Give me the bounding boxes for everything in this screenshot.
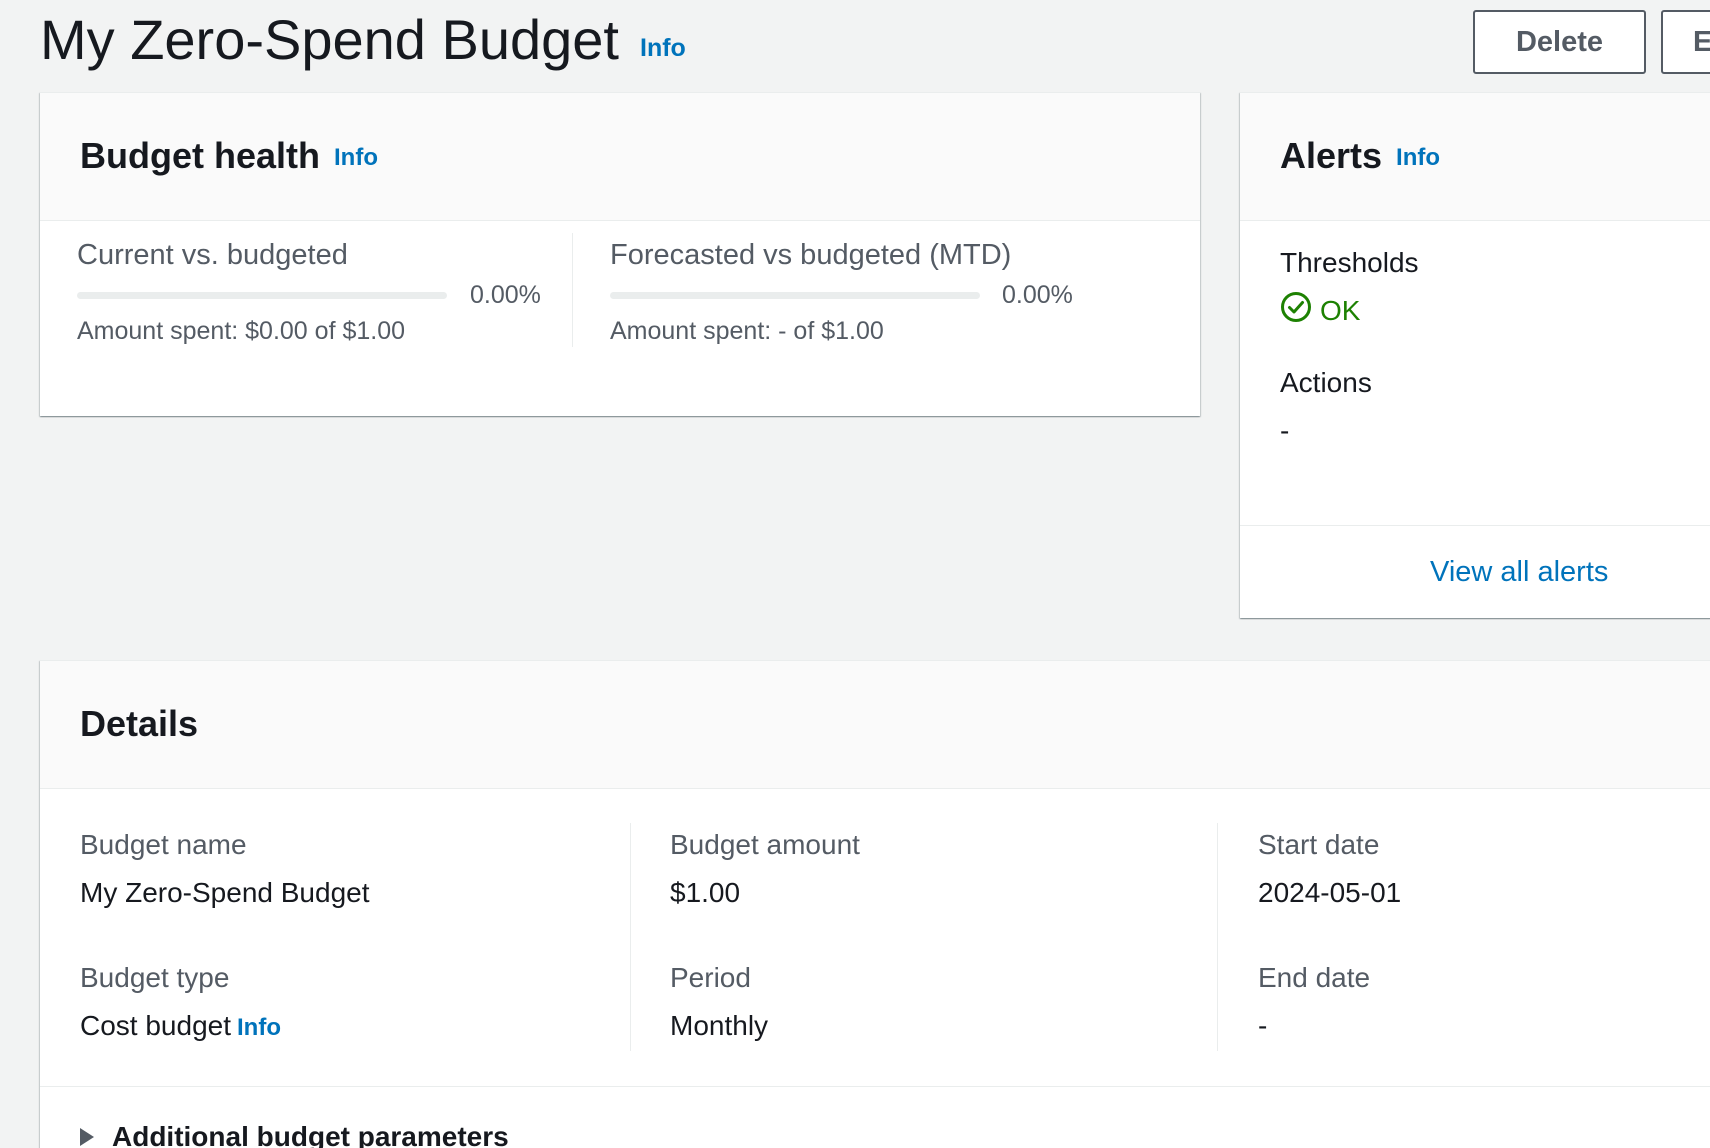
- thresholds-label: Thresholds: [1280, 247, 1419, 278]
- alerts-title: Alerts Info: [1280, 135, 1440, 177]
- budget-type-text: Cost budget: [80, 1010, 231, 1041]
- budget-name-value: My Zero-Spend Budget: [80, 877, 370, 908]
- budget-health-title-text: Budget health: [80, 135, 320, 176]
- budget-health-card: Budget health Info Current vs. budgeted 0…: [40, 92, 1200, 416]
- details-title: Details: [80, 703, 199, 744]
- thresholds-status-text: OK: [1320, 294, 1361, 326]
- details-column-divider-2: [1217, 823, 1218, 1051]
- budget-type-info-link[interactable]: Info: [237, 1014, 281, 1041]
- actions-label: Actions: [1280, 367, 1372, 398]
- end-date-value: -: [1258, 1010, 1268, 1041]
- budget-type-value: Cost budget Info: [80, 1010, 281, 1042]
- page-title: My Zero-Spend Budget: [40, 8, 619, 71]
- actions-value: -: [1280, 415, 1290, 446]
- budget-details-page: My Zero-Spend Budget Info Delete E Budge…: [0, 0, 1710, 1148]
- budget-type-label: Budget type: [80, 962, 230, 993]
- additional-budget-parameters-expander[interactable]: Additional budget parameters: [80, 1121, 509, 1148]
- alerts-footer: View all alerts: [1240, 525, 1710, 619]
- forecast-amount-spent: Amount spent: - of $1.00: [610, 317, 884, 345]
- forecasted-vs-budgeted-label: Forecasted vs budgeted (MTD): [610, 239, 1012, 271]
- edit-button[interactable]: E: [1661, 10, 1710, 74]
- forecast-progress-bar: [610, 292, 980, 299]
- period-value: Monthly: [670, 1010, 769, 1041]
- details-divider: [40, 1086, 1710, 1087]
- delete-button[interactable]: Delete: [1473, 10, 1646, 74]
- end-date-label: End date: [1258, 962, 1371, 993]
- current-vs-budgeted-label: Current vs. budgeted: [77, 239, 348, 271]
- view-all-alerts-link[interactable]: View all alerts: [1430, 556, 1608, 589]
- thresholds-status: OK: [1280, 291, 1360, 330]
- details-column-divider-1: [630, 823, 631, 1051]
- budget-health-header: Budget health Info: [40, 93, 1200, 221]
- check-circle-icon: [1280, 291, 1320, 330]
- details-header: Details: [40, 661, 1710, 789]
- current-progress-bar: [77, 292, 447, 299]
- alerts-title-text: Alerts: [1280, 135, 1383, 176]
- budget-amount-label: Budget amount: [670, 829, 860, 860]
- page-title-info-link[interactable]: Info: [640, 34, 686, 63]
- additional-budget-parameters-label: Additional budget parameters: [112, 1121, 509, 1148]
- current-percent-value: 0.00%: [470, 281, 541, 309]
- budget-health-title: Budget health Info: [80, 135, 378, 177]
- period-label: Period: [670, 962, 751, 993]
- start-date-value: 2024-05-01: [1258, 877, 1402, 908]
- budget-amount-value: $1.00: [670, 877, 741, 908]
- forecast-percent-value: 0.00%: [1002, 281, 1073, 309]
- current-amount-spent: Amount spent: $0.00 of $1.00: [77, 317, 406, 345]
- start-date-label: Start date: [1258, 829, 1380, 860]
- caret-right-icon: [80, 1128, 94, 1146]
- alerts-card: Alerts Info Thresholds OK Actions - View …: [1240, 92, 1710, 618]
- health-column-divider: [572, 233, 573, 347]
- details-card: Details Budget name My Zero-Spend Budget…: [40, 660, 1710, 1148]
- budget-name-label: Budget name: [80, 829, 247, 860]
- budget-health-info-link[interactable]: Info: [334, 144, 378, 171]
- alerts-header: Alerts Info: [1240, 93, 1710, 221]
- alerts-info-link[interactable]: Info: [1396, 144, 1440, 171]
